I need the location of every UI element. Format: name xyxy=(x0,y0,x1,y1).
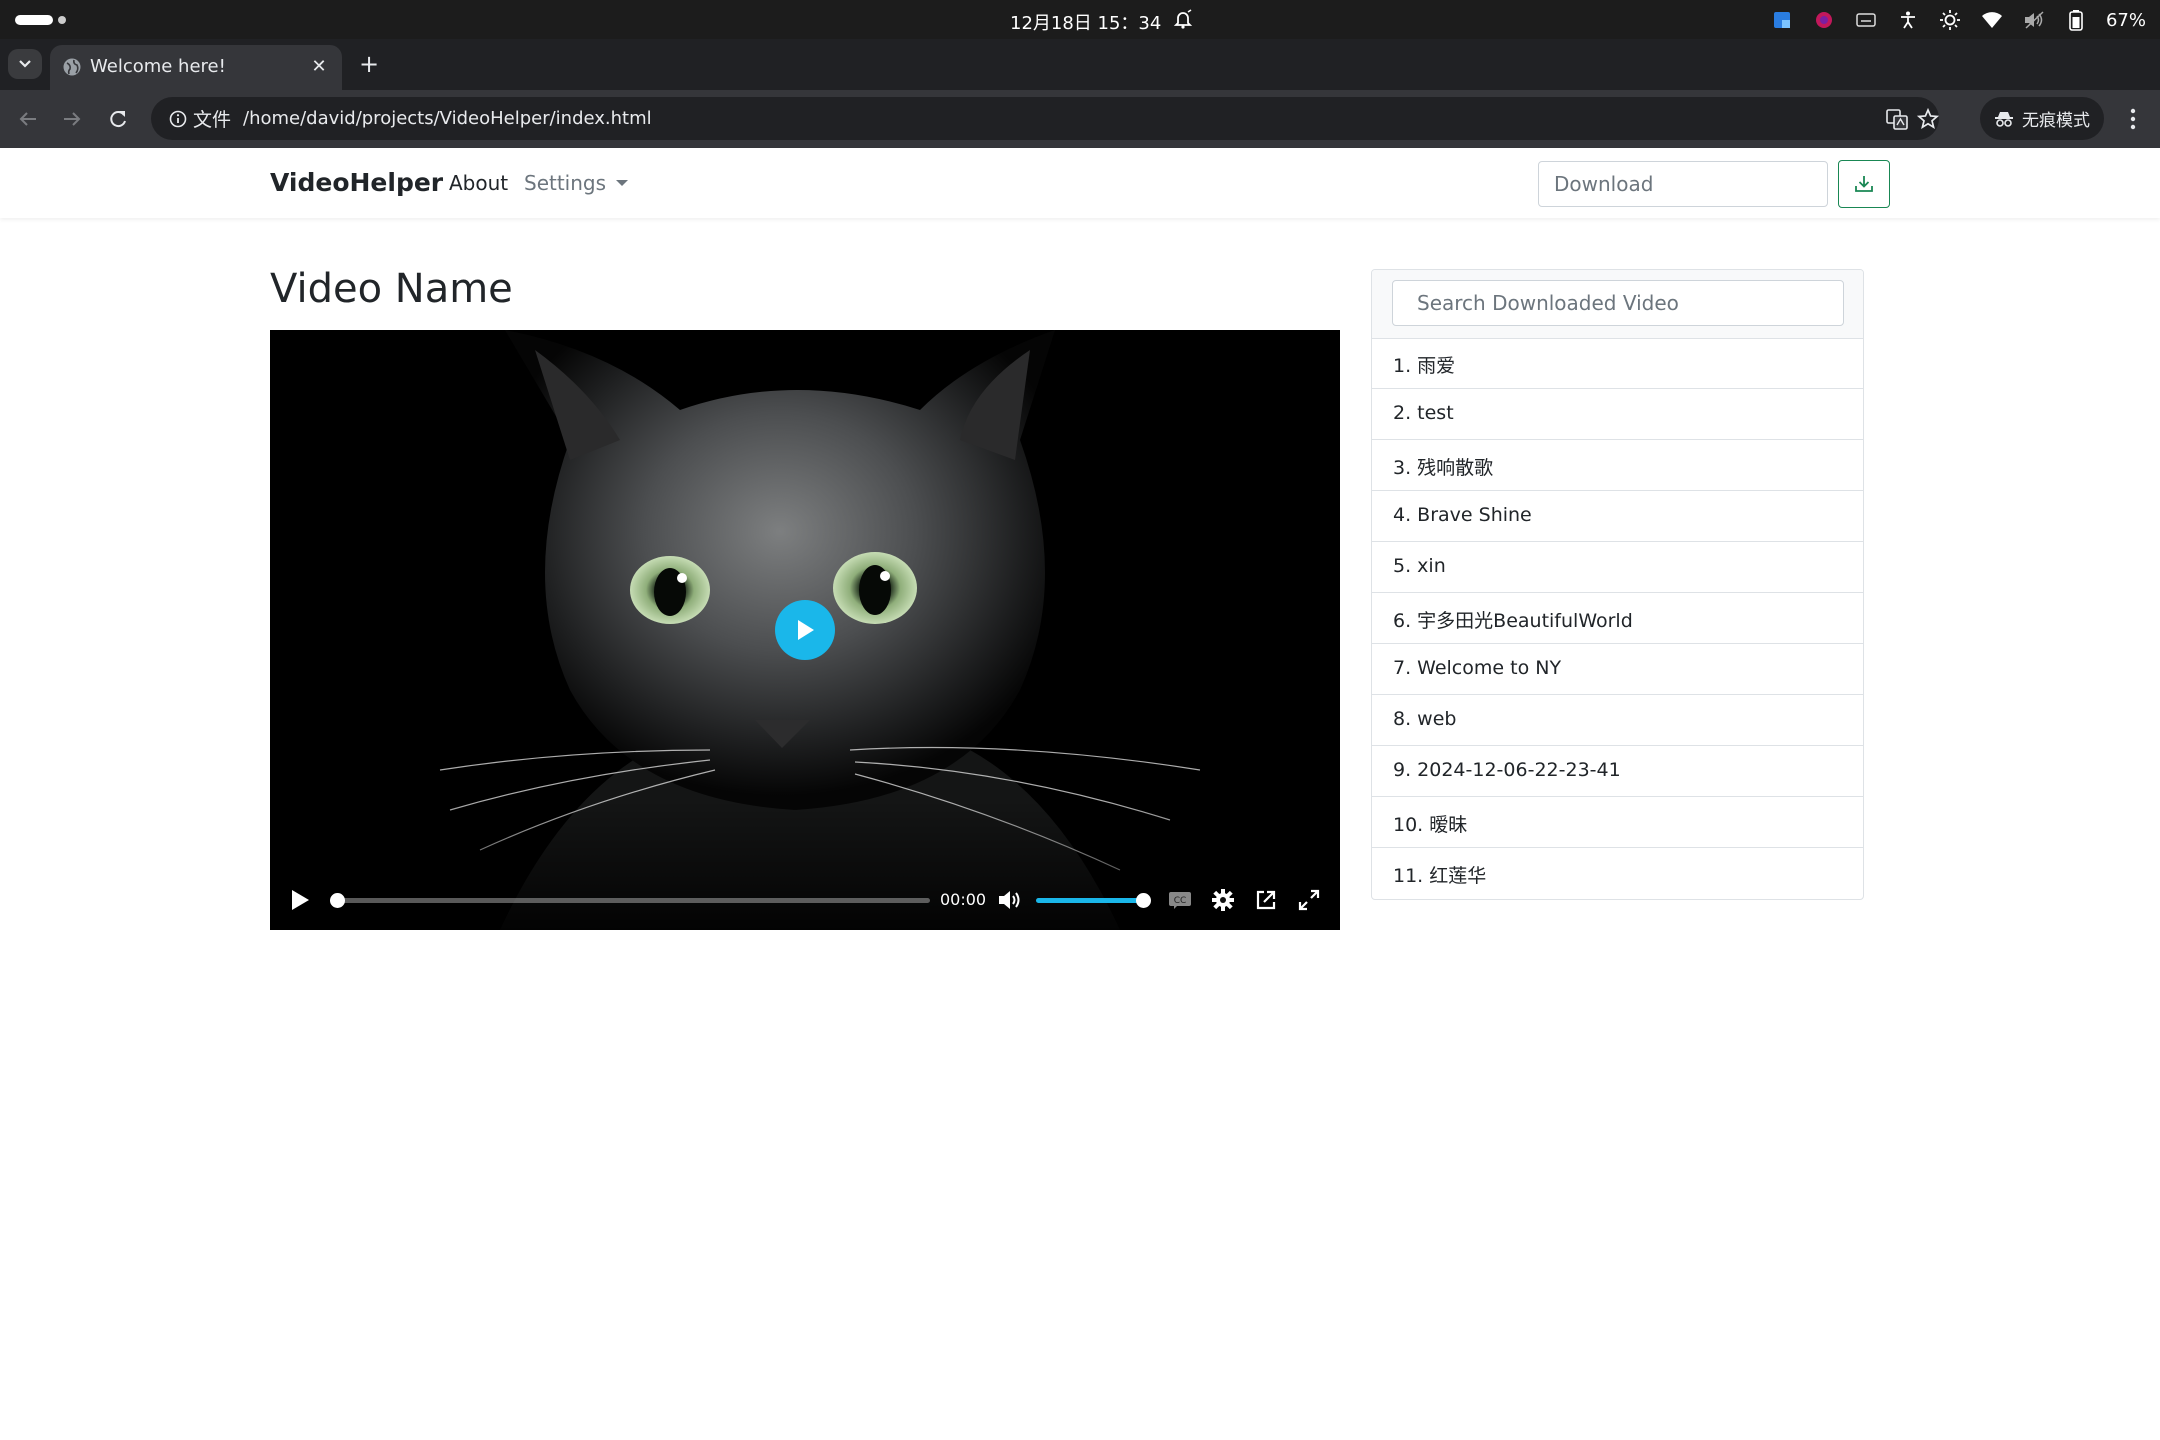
keyboard-icon[interactable] xyxy=(1854,8,1878,32)
fullscreen-icon xyxy=(1298,889,1320,911)
video-list-item[interactable]: 2. test xyxy=(1372,389,1863,440)
video-list-item[interactable]: 1. 雨爱 xyxy=(1372,338,1863,389)
volume-slider[interactable] xyxy=(1036,893,1151,908)
video-list-item[interactable]: 5. xin xyxy=(1372,542,1863,593)
brand-link[interactable]: VideoHelper xyxy=(270,168,443,197)
forward-arrow-icon[interactable] xyxy=(57,104,87,134)
video-list-item[interactable]: 3. 残响散歌 xyxy=(1372,440,1863,491)
volume-handle[interactable] xyxy=(1136,893,1151,908)
play-icon xyxy=(292,890,309,910)
notification-bell-icon[interactable] xyxy=(1172,8,1194,30)
captions-button[interactable]: CC xyxy=(1166,886,1194,914)
activities-indicator[interactable] xyxy=(15,15,53,25)
video-list-item[interactable]: 10. 暧昧 xyxy=(1372,797,1863,848)
address-bar[interactable]: 文件 /home/david/projects/VideoHelper/inde… xyxy=(151,97,1939,140)
nav-settings-label: Settings xyxy=(524,171,607,195)
nav-about-link[interactable]: About xyxy=(449,171,508,195)
os-clock[interactable]: 12月18日 15：34 xyxy=(1010,9,1161,35)
video-list-item[interactable]: 11. 红莲华 xyxy=(1372,848,1863,899)
video-list-item[interactable]: 7. Welcome to NY xyxy=(1372,644,1863,695)
site-info-button[interactable]: 文件 xyxy=(161,103,239,134)
tab-search-button[interactable] xyxy=(8,49,42,79)
external-link-icon xyxy=(1256,890,1276,910)
battery-icon[interactable] xyxy=(2064,8,2088,32)
more-menu-icon[interactable] xyxy=(2118,104,2148,134)
browser-tab[interactable]: Welcome here! ✕ xyxy=(50,45,342,90)
system-tray: 67% xyxy=(1770,7,2146,33)
translate-icon[interactable] xyxy=(1885,107,1909,131)
video-list-item[interactable]: 6. 宇多田光BeautifulWorld xyxy=(1372,593,1863,644)
player-controls: 00:00 CC xyxy=(270,866,1340,930)
downloaded-videos-panel: 1. 雨爱2. test3. 残响散歌4. Brave Shine5. xin6… xyxy=(1371,269,1864,900)
brightness-icon[interactable] xyxy=(1938,8,1962,32)
gear-icon xyxy=(1212,889,1234,911)
info-icon xyxy=(169,110,187,127)
volume-muted-icon[interactable] xyxy=(2022,8,2046,32)
progress-handle[interactable] xyxy=(330,893,345,908)
download-button[interactable] xyxy=(1838,160,1890,208)
nav-settings-dropdown[interactable]: Settings xyxy=(524,171,629,195)
current-time: 00:00 xyxy=(940,890,987,909)
incognito-indicator[interactable]: 无痕模式 xyxy=(1980,97,2104,140)
battery-percentage: 67% xyxy=(2105,9,2146,31)
tab-title: Welcome here! xyxy=(90,56,226,77)
color-picker-icon[interactable] xyxy=(1812,8,1836,32)
close-tab-icon[interactable]: ✕ xyxy=(308,55,330,77)
svg-text:CC: CC xyxy=(1174,896,1187,906)
caret-down-icon xyxy=(616,180,629,186)
sidebar-header xyxy=(1372,270,1863,339)
downloaded-video-list: 1. 雨爱 2. test 3. 残响散歌 4. Brave Shine 5. xin 6… xyxy=(1372,338,1863,899)
big-play-button[interactable] xyxy=(775,600,835,660)
url-text[interactable]: /home/david/projects/VideoHelper/index.h… xyxy=(243,108,652,129)
browser-toolbar: 文件 /home/david/projects/VideoHelper/inde… xyxy=(0,90,2160,148)
browser-tab-strip: Welcome here! ✕ + xyxy=(0,39,2160,90)
incognito-icon xyxy=(1995,111,2013,127)
download-icon xyxy=(1855,176,1873,192)
chevron-down-icon xyxy=(19,60,31,68)
os-top-bar: 12月18日 15：34 67% xyxy=(0,0,2160,39)
video-list-item[interactable]: 9. 2024-12-06-22-23-41 xyxy=(1372,746,1863,797)
video-player[interactable]: 00:00 CC xyxy=(270,330,1340,930)
incognito-label: 无痕模式 xyxy=(2022,111,2090,131)
site-info-label: 文件 xyxy=(193,109,232,131)
progress-slider[interactable] xyxy=(330,893,930,908)
download-url-input[interactable] xyxy=(1538,161,1828,207)
search-downloaded-input[interactable] xyxy=(1392,280,1844,326)
fullscreen-button[interactable] xyxy=(1295,886,1323,914)
video-title: Video Name xyxy=(270,266,513,312)
workspace-dot[interactable] xyxy=(58,16,66,24)
new-tab-button[interactable]: + xyxy=(355,51,383,79)
reload-icon[interactable] xyxy=(103,104,133,134)
play-pause-button[interactable] xyxy=(286,886,314,914)
app-indicator-icon[interactable] xyxy=(1770,8,1794,32)
mute-button[interactable] xyxy=(996,886,1024,914)
bookmark-star-icon[interactable] xyxy=(1916,107,1940,131)
settings-gear-button[interactable] xyxy=(1209,886,1237,914)
globe-icon xyxy=(62,57,82,77)
back-arrow-icon[interactable] xyxy=(13,104,43,134)
play-icon xyxy=(798,620,814,640)
wifi-icon[interactable] xyxy=(1980,8,2004,32)
popout-button[interactable] xyxy=(1252,886,1280,914)
volume-icon xyxy=(999,891,1020,909)
accessibility-icon[interactable] xyxy=(1896,8,1920,32)
captions-icon: CC xyxy=(1169,892,1191,909)
site-navbar: VideoHelper About Settings xyxy=(0,148,2160,218)
video-list-item[interactable]: 8. web xyxy=(1372,695,1863,746)
web-page: VideoHelper About Settings Video Name xyxy=(0,148,2160,1440)
video-list-item[interactable]: 4. Brave Shine xyxy=(1372,491,1863,542)
